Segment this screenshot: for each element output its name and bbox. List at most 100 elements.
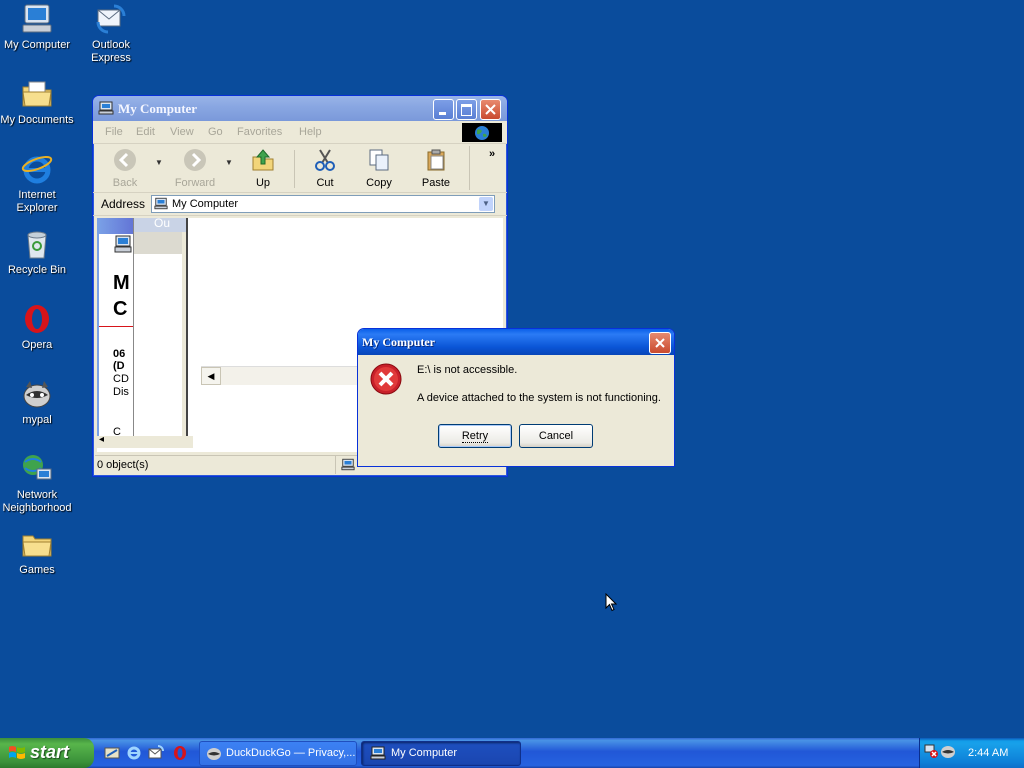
desktop-icon-mypal[interactable]: mypal <box>0 377 74 427</box>
network-status-icon[interactable] <box>924 743 940 759</box>
menu-view[interactable]: View <box>170 126 194 138</box>
address-field[interactable]: My Computer ▼ <box>151 195 495 213</box>
quick-launch-show-desktop[interactable] <box>104 745 120 761</box>
close-icon <box>655 338 665 348</box>
back-dropdown-icon[interactable]: ▼ <box>155 158 163 167</box>
quick-launch-opera[interactable] <box>172 745 188 761</box>
status-object-count: 0 object(s) <box>97 459 149 471</box>
show-desktop-icon <box>104 747 120 759</box>
taskbar-button-my-computer[interactable]: My Computer <box>361 741 521 766</box>
taskbar: start DuckDuckGo — Privacy,... My Comput… <box>0 738 1024 768</box>
taskbar-button-label: DuckDuckGo — Privacy,... <box>226 747 356 759</box>
forward-button[interactable]: Forward <box>171 148 219 189</box>
horizontal-scrollbar[interactable]: ◂ <box>97 434 193 448</box>
menu-favorites[interactable]: Favorites <box>237 126 282 138</box>
minimize-icon <box>439 112 446 115</box>
documents-folder-icon <box>20 77 54 111</box>
opera-icon <box>174 746 186 760</box>
address-bar: Address My Computer ▼ <box>93 193 507 216</box>
paste-button[interactable]: Paste <box>418 148 454 189</box>
computer-icon <box>98 101 114 115</box>
cut-button[interactable]: Cut <box>310 148 340 189</box>
error-message: E:\ is not accessible. <box>417 364 518 376</box>
mouse-cursor-icon <box>605 593 617 612</box>
dialog-title-bar[interactable]: My Computer <box>358 329 674 355</box>
scroll-left-button[interactable]: ◀ <box>201 367 221 385</box>
up-button[interactable]: Up <box>248 148 278 189</box>
error-icon <box>370 363 402 395</box>
paste-clipboard-icon <box>427 149 445 171</box>
arrow-left-icon: ◀ <box>207 371 215 381</box>
desktop-icon-network-neighborhood[interactable]: Network Neighborhood <box>0 452 74 515</box>
folders-pane: Ou <box>133 216 188 446</box>
back-button[interactable]: Back <box>107 148 143 189</box>
network-icon <box>20 452 54 486</box>
computer-icon <box>114 235 132 253</box>
error-dialog[interactable]: My Computer E:\ is not accessible. A dev… <box>357 328 675 467</box>
desktop-icon-my-documents[interactable]: My Documents <box>0 77 74 127</box>
details-panel: M C 06 (D CD Dis C <box>99 234 133 444</box>
copy-icon <box>369 149 389 171</box>
desktop-icon-internet-explorer[interactable]: Internet Explorer <box>0 152 74 215</box>
menu-edit[interactable]: Edit <box>136 126 155 138</box>
computer-icon <box>20 2 54 36</box>
computer-icon <box>154 197 168 210</box>
taskbar-button-label: My Computer <box>391 747 458 759</box>
scissors-icon <box>315 149 335 171</box>
cancel-button[interactable]: Cancel <box>519 424 593 448</box>
menu-go[interactable]: Go <box>208 126 223 138</box>
opera-icon <box>20 302 54 336</box>
computer-icon <box>341 458 355 471</box>
computer-icon <box>370 746 386 760</box>
mypal-raccoon-icon <box>207 748 221 760</box>
desktop-icon-recycle-bin[interactable]: Recycle Bin <box>0 227 74 277</box>
error-detail: A device attached to the system is not f… <box>417 392 661 404</box>
quick-launch-outlook-express[interactable] <box>148 745 164 761</box>
clock[interactable]: 2:44 AM <box>968 747 1008 759</box>
taskbar-button-duckduckgo[interactable]: DuckDuckGo — Privacy,... <box>199 741 357 766</box>
desktop-icon-opera[interactable]: Opera <box>0 302 74 352</box>
toolbar-overflow-chevron[interactable]: » <box>489 148 495 160</box>
scroll-left-icon[interactable]: ◂ <box>99 434 104 445</box>
quick-launch-internet-explorer[interactable] <box>126 745 142 761</box>
internet-explorer-icon <box>127 746 141 760</box>
maximize-icon <box>461 104 472 116</box>
maximize-button[interactable] <box>456 99 477 120</box>
explorer-title: My Computer <box>118 101 198 116</box>
menu-bar: File Edit View Go Favorites Help <box>93 121 507 144</box>
internet-explorer-icon <box>20 152 54 186</box>
address-value: My Computer <box>172 198 239 210</box>
windows-logo-icon <box>9 746 25 759</box>
windows-throbber-logo <box>462 123 502 142</box>
menu-help[interactable]: Help <box>299 126 322 138</box>
globe-icon <box>475 126 489 140</box>
mypal-tray-icon[interactable] <box>940 743 956 759</box>
dialog-title: My Computer <box>362 335 435 349</box>
folder-icon <box>20 527 54 561</box>
outlook-express-icon <box>148 745 164 759</box>
address-label: Address <box>101 197 146 211</box>
close-button[interactable] <box>480 99 501 120</box>
copy-button[interactable]: Copy <box>364 148 394 189</box>
explorer-title-bar[interactable]: My Computer <box>93 96 507 121</box>
toolbar-separator <box>469 146 470 190</box>
back-arrow-icon <box>114 149 136 171</box>
close-icon <box>485 104 496 115</box>
toolbar-separator <box>294 150 295 188</box>
address-dropdown-button[interactable]: ▼ <box>479 197 493 211</box>
desktop-icon-my-computer[interactable]: My Computer <box>0 2 74 52</box>
forward-arrow-icon <box>184 149 206 171</box>
toolbar: Back ▼ Forward ▼ Up Cut Copy Paste » <box>93 144 507 193</box>
desktop-icon-outlook-express[interactable]: Outlook Express <box>74 2 148 65</box>
menu-file[interactable]: File <box>105 126 123 138</box>
system-tray: 2:44 AM <box>919 738 1024 768</box>
dialog-close-button[interactable] <box>649 332 671 354</box>
retry-button[interactable]: Retry <box>438 424 512 448</box>
start-label: start <box>30 742 70 762</box>
start-button[interactable]: start <box>0 738 94 768</box>
desktop-icon-games[interactable]: Games <box>0 527 74 577</box>
up-folder-icon <box>252 149 274 171</box>
minimize-button[interactable] <box>433 99 454 120</box>
forward-dropdown-icon[interactable]: ▼ <box>225 158 233 167</box>
task-pane: M C 06 (D CD Dis C <box>97 218 133 446</box>
